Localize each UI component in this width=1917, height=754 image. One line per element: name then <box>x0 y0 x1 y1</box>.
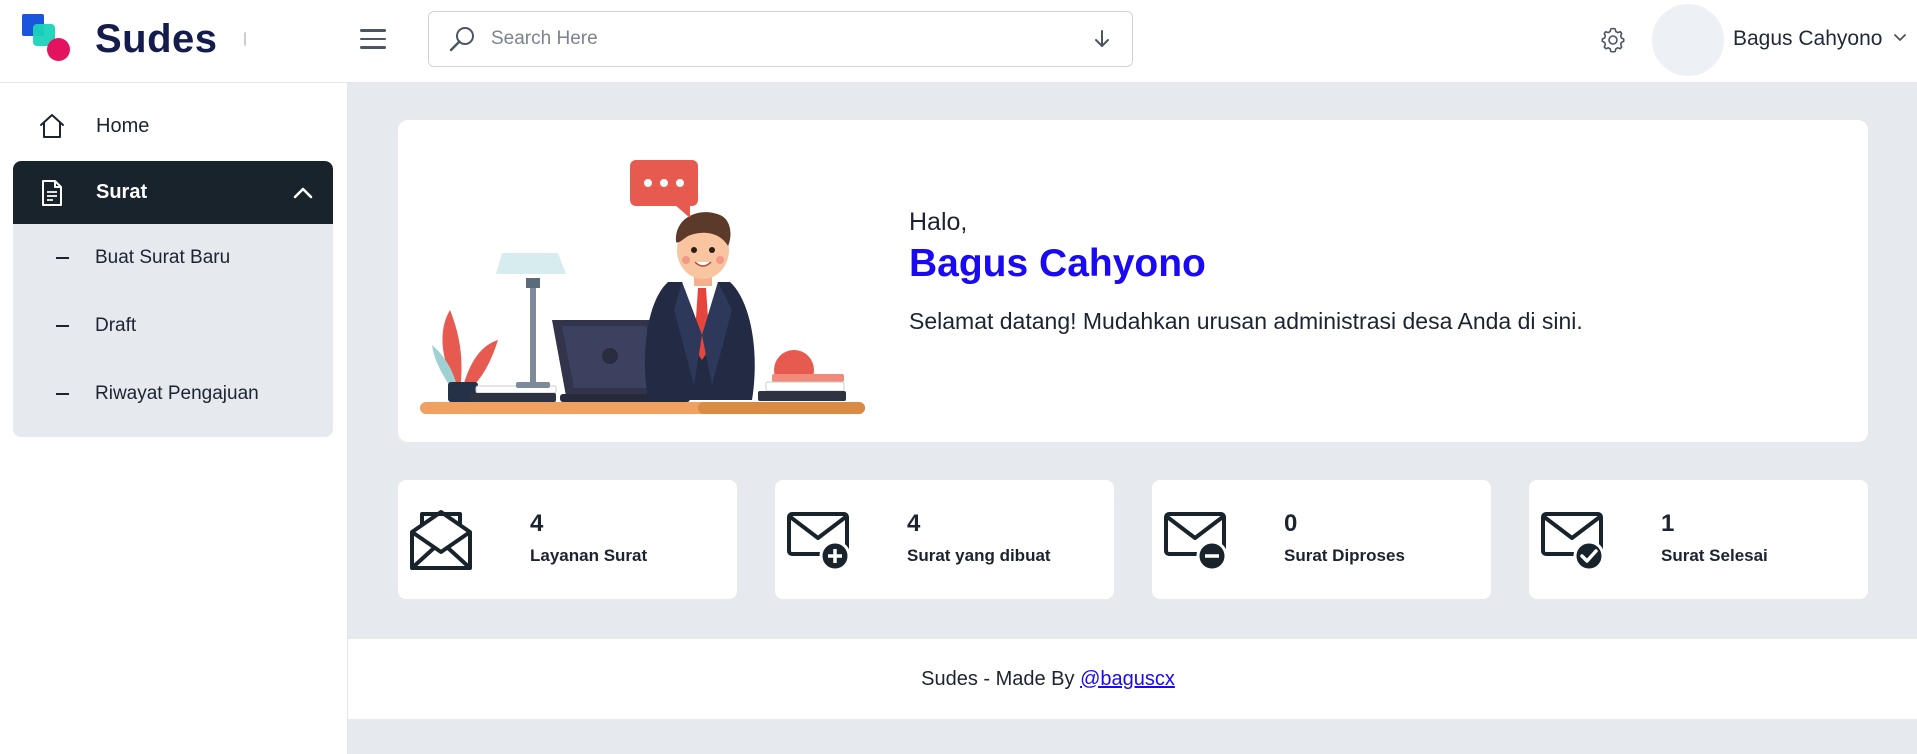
envelope-check-icon <box>1541 512 1605 572</box>
brand[interactable]: Sudes <box>22 14 218 64</box>
envelope-add-icon <box>787 512 851 572</box>
welcome-card: Halo, Bagus Cahyono Selamat datang! Muda… <box>398 120 1868 442</box>
stat-card-surat-selesai[interactable]: 1 Surat Selesai <box>1529 480 1868 599</box>
footer-credit: Sudes - Made By @baguscx <box>921 668 1175 691</box>
footer: Sudes - Made By @baguscx <box>348 639 1917 719</box>
sidebar-subitem-label: Riwayat Pengajuan <box>95 383 259 404</box>
stat-label: Layanan Surat <box>530 546 648 565</box>
sidebar-group-surat: Surat Buat Surat Baru Draft Riwayat Peng… <box>13 161 333 437</box>
sidebar-subitem-buat-surat-baru[interactable]: Buat Surat Baru <box>13 224 333 292</box>
avatar[interactable] <box>1652 4 1724 76</box>
divider <box>244 32 248 46</box>
stat-card-surat-dibuat[interactable]: 4 Surat yang dibuat <box>775 480 1114 599</box>
brand-name: Sudes <box>95 16 218 61</box>
stat-card-surat-diproses[interactable]: 0 Surat Diproses <box>1152 480 1491 599</box>
stat-value: 4 <box>530 510 544 537</box>
welcome-illustration <box>420 160 865 414</box>
stat-label: Surat Diproses <box>1284 546 1405 565</box>
user-menu-name[interactable]: Bagus Cahyono <box>1733 27 1882 51</box>
chevron-down-icon[interactable] <box>1893 33 1907 43</box>
sidebar-item-label: Surat <box>96 181 148 203</box>
dash-icon <box>56 325 69 327</box>
sidebar-item-home[interactable]: Home <box>13 96 333 156</box>
stat-card-layanan-surat[interactable]: 4 Layanan Surat <box>398 480 737 599</box>
sidebar-subitem-riwayat-pengajuan[interactable]: Riwayat Pengajuan <box>13 360 333 428</box>
sidebar-item-surat[interactable]: Surat <box>13 161 333 224</box>
home-icon <box>40 114 64 138</box>
greeting-text: Halo, <box>909 208 968 236</box>
sidebar: Home Surat Buat Surat Baru Draft Riwayat… <box>0 83 348 754</box>
top-bar: Sudes Bagus Cahyono <box>0 0 1917 83</box>
footer-text: Sudes - Made By <box>921 667 1081 690</box>
gear-icon[interactable] <box>1598 25 1628 55</box>
welcome-message: Selamat datang! Mudahkan urusan administ… <box>909 308 1583 334</box>
stat-label: Surat Selesai <box>1661 546 1768 565</box>
stat-value: 1 <box>1661 510 1675 537</box>
envelope-open-icon <box>410 510 472 570</box>
document-icon <box>42 179 62 206</box>
stat-label: Surat yang dibuat <box>907 546 1051 565</box>
dash-icon <box>56 393 69 395</box>
search-bar <box>428 11 1133 67</box>
logo <box>22 14 72 64</box>
search-input[interactable] <box>491 12 1090 66</box>
stat-value: 4 <box>907 510 921 537</box>
arrow-down-icon[interactable] <box>1090 27 1114 51</box>
menu-toggle-button[interactable] <box>360 24 390 54</box>
chevron-up-icon <box>293 187 313 198</box>
hamburger-icon <box>360 29 386 32</box>
sidebar-item-label: Home <box>96 114 150 137</box>
stat-value: 0 <box>1284 510 1298 537</box>
sidebar-subitem-label: Draft <box>95 315 137 336</box>
dash-icon <box>56 257 69 259</box>
sidebar-subitem-draft[interactable]: Draft <box>13 292 333 360</box>
greeting-name: Bagus Cahyono <box>909 242 1206 285</box>
search-icon <box>449 27 474 52</box>
footer-author-link[interactable]: @baguscx <box>1080 668 1175 690</box>
sidebar-subitem-label: Buat Surat Baru <box>95 247 231 268</box>
envelope-minus-icon <box>1164 512 1228 572</box>
